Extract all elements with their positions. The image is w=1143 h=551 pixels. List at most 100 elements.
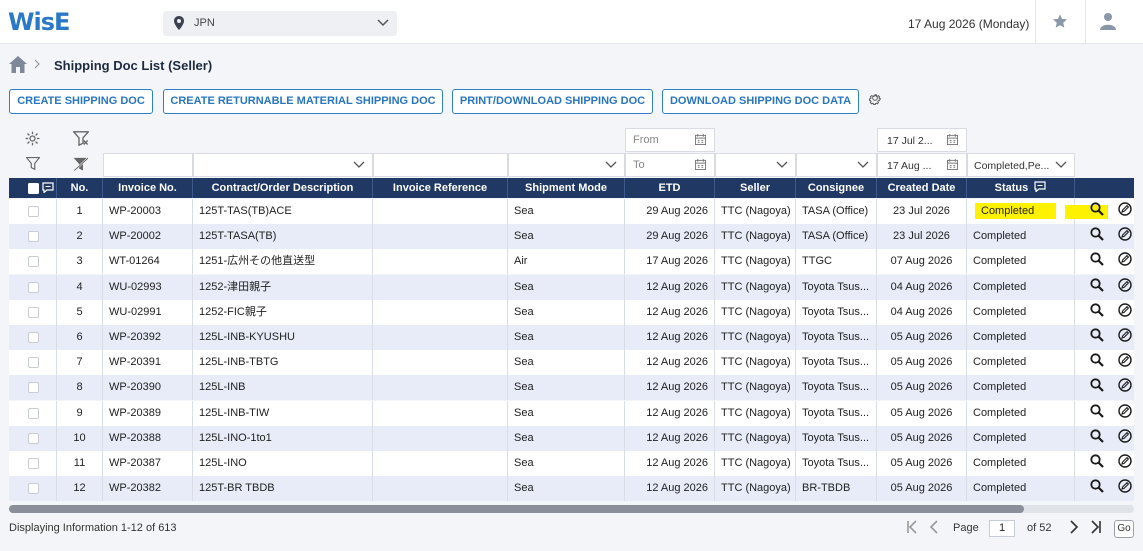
row-checkbox[interactable] bbox=[28, 332, 39, 343]
row-checkbox[interactable] bbox=[28, 407, 39, 419]
col-invoice-no[interactable]: Invoice No. bbox=[103, 178, 193, 198]
edit-icon[interactable] bbox=[1118, 303, 1132, 320]
search-icon[interactable] bbox=[1090, 277, 1104, 295]
col-consignee[interactable]: Consignee bbox=[796, 178, 877, 198]
go-button[interactable]: Go bbox=[1114, 520, 1134, 538]
app-logo[interactable]: WisE bbox=[8, 8, 70, 36]
calendar-icon[interactable] bbox=[947, 134, 958, 145]
search-icon[interactable] bbox=[1090, 303, 1104, 320]
created-to-input[interactable]: 17 Aug ... bbox=[877, 153, 967, 177]
row-checkbox[interactable] bbox=[28, 306, 39, 318]
table-row[interactable]: 9 WP-20389 125L-INB-TIW Sea 12 Aug 2026 TTC (… bbox=[9, 400, 1134, 426]
search-icon[interactable] bbox=[1090, 202, 1104, 219]
col-status[interactable]: Status bbox=[967, 178, 1075, 198]
consignee-filter[interactable] bbox=[796, 153, 877, 177]
prev-page-icon[interactable] bbox=[929, 519, 939, 535]
search-icon[interactable] bbox=[1090, 252, 1104, 269]
col-shipment-mode[interactable]: Shipment Mode bbox=[508, 178, 625, 198]
table-row[interactable]: 5 WU-02991 1252-FIC親子 Sea 12 Aug 2026 TTC (Na… bbox=[9, 299, 1134, 325]
row-checkbox[interactable] bbox=[28, 206, 39, 217]
row-checkbox[interactable] bbox=[28, 432, 39, 444]
seller-filter[interactable] bbox=[715, 153, 796, 177]
edit-icon[interactable] bbox=[1118, 353, 1132, 370]
row-checkbox[interactable] bbox=[28, 382, 39, 394]
row-checkbox[interactable] bbox=[28, 231, 39, 243]
status-filter[interactable]: Completed,Pe... bbox=[967, 153, 1075, 177]
download-data-button[interactable]: DOWNLOAD SHIPPING DOC DATA bbox=[662, 89, 859, 114]
created-from-input[interactable]: 17 Jul 2... bbox=[877, 128, 967, 152]
shipment-mode-filter[interactable] bbox=[508, 153, 625, 177]
home-icon[interactable] bbox=[9, 56, 27, 73]
edit-icon[interactable] bbox=[1118, 227, 1132, 244]
search-icon[interactable] bbox=[1090, 353, 1104, 370]
table-row[interactable]: 6 WP-20392 125L-INB-KYUSHU Sea 12 Aug 2026 TT… bbox=[9, 325, 1134, 350]
search-icon[interactable] bbox=[1090, 479, 1104, 496]
row-checkbox[interactable] bbox=[28, 281, 39, 293]
edit-icon[interactable] bbox=[1118, 429, 1132, 446]
table-row[interactable]: 1 WP-20003 125T-TAS(TB)ACE Sea 29 Aug 2026 TT… bbox=[9, 199, 1134, 224]
create-returnable-button[interactable]: CREATE RETURNABLE MATERIAL SHIPPING DOC bbox=[163, 89, 443, 114]
filter-settings-icon[interactable] bbox=[73, 131, 89, 146]
search-icon[interactable] bbox=[1090, 378, 1104, 395]
invoice-no-filter[interactable] bbox=[103, 153, 193, 177]
col-created-date[interactable]: Created Date bbox=[877, 178, 967, 198]
search-icon[interactable] bbox=[1090, 227, 1104, 244]
col-no[interactable]: No. bbox=[57, 178, 103, 198]
calendar-icon[interactable] bbox=[695, 159, 706, 170]
etd-to-input[interactable]: To bbox=[625, 153, 715, 177]
col-invoice-ref[interactable]: Invoice Reference bbox=[373, 178, 508, 198]
first-page-icon[interactable] bbox=[906, 519, 918, 535]
header-select[interactable] bbox=[9, 178, 57, 198]
user-icon[interactable] bbox=[1100, 12, 1116, 30]
table-row[interactable]: 3 WT-01264 1251-広州その他直送型 Air 17 Aug 2026 TTC … bbox=[9, 249, 1134, 275]
scrollbar-thumb[interactable] bbox=[9, 505, 1024, 513]
edit-icon[interactable] bbox=[1118, 202, 1132, 219]
table-row[interactable]: 11 WP-20387 125L-INO Sea 12 Aug 2026 TTC (Nag… bbox=[9, 451, 1134, 476]
table-row[interactable]: 2 WP-20002 125T-TASA(TB) Sea 29 Aug 2026 TTC … bbox=[9, 224, 1134, 250]
col-etd[interactable]: ETD bbox=[625, 178, 715, 198]
search-icon[interactable] bbox=[1090, 429, 1104, 446]
comment-icon[interactable] bbox=[1034, 181, 1046, 193]
search-icon[interactable] bbox=[1090, 328, 1104, 345]
table-row[interactable]: 12 WP-20382 125T-BR TBDB Sea 12 Aug 2026 TTC … bbox=[9, 476, 1134, 502]
next-page-icon[interactable] bbox=[1069, 519, 1079, 535]
column-settings-icon[interactable] bbox=[25, 131, 40, 146]
calendar-icon[interactable] bbox=[947, 159, 958, 170]
comment-icon[interactable] bbox=[42, 182, 54, 193]
edit-icon[interactable] bbox=[1118, 479, 1132, 496]
invoice-ref-filter[interactable] bbox=[373, 153, 508, 177]
gear-icon[interactable] bbox=[868, 91, 882, 105]
edit-icon[interactable] bbox=[1118, 454, 1132, 471]
row-checkbox[interactable] bbox=[28, 458, 39, 469]
edit-icon[interactable] bbox=[1118, 328, 1132, 345]
edit-icon[interactable] bbox=[1118, 252, 1132, 269]
last-page-icon[interactable] bbox=[1090, 519, 1102, 535]
table-row[interactable]: 7 WP-20391 125L-INB-TBTG Sea 12 Aug 2026 TTC … bbox=[9, 350, 1134, 376]
table-row[interactable]: 8 WP-20390 125L-INB Sea 12 Aug 2026 TTC (Nago… bbox=[9, 375, 1134, 401]
page-input[interactable]: 1 bbox=[989, 520, 1015, 537]
etd-from-input[interactable]: From bbox=[625, 128, 715, 152]
col-contract[interactable]: Contract/Order Description bbox=[193, 178, 373, 198]
edit-icon[interactable] bbox=[1118, 403, 1132, 421]
table-row[interactable]: 4 WU-02993 1252-津田親子 Sea 12 Aug 2026 TTC (Nag… bbox=[9, 274, 1134, 300]
calendar-icon[interactable] bbox=[695, 134, 706, 145]
horizontal-scrollbar[interactable] bbox=[9, 505, 1134, 513]
row-checkbox[interactable] bbox=[28, 256, 39, 268]
filter-icon[interactable] bbox=[26, 157, 40, 171]
clear-filter-icon[interactable] bbox=[73, 157, 89, 172]
star-icon[interactable] bbox=[1052, 13, 1068, 29]
search-icon[interactable] bbox=[1090, 403, 1104, 421]
edit-icon[interactable] bbox=[1118, 378, 1132, 395]
print-download-button[interactable]: PRINT/DOWNLOAD SHIPPING DOC bbox=[452, 89, 653, 114]
create-shipping-doc-button[interactable]: CREATE SHIPPING DOC bbox=[9, 89, 153, 114]
cell-seller: TTC (Nagoya) bbox=[715, 325, 796, 350]
country-select[interactable]: JPN bbox=[163, 11, 397, 36]
row-checkbox[interactable] bbox=[28, 483, 39, 495]
contract-filter[interactable] bbox=[193, 153, 373, 177]
select-all-checkbox[interactable] bbox=[28, 183, 39, 194]
edit-icon[interactable] bbox=[1118, 277, 1132, 295]
row-checkbox[interactable] bbox=[28, 357, 39, 369]
search-icon[interactable] bbox=[1090, 454, 1104, 471]
col-seller[interactable]: Seller bbox=[715, 178, 796, 198]
table-row[interactable]: 10 WP-20388 125L-INO-1to1 Sea 12 Aug 2026 TTC… bbox=[9, 425, 1134, 451]
